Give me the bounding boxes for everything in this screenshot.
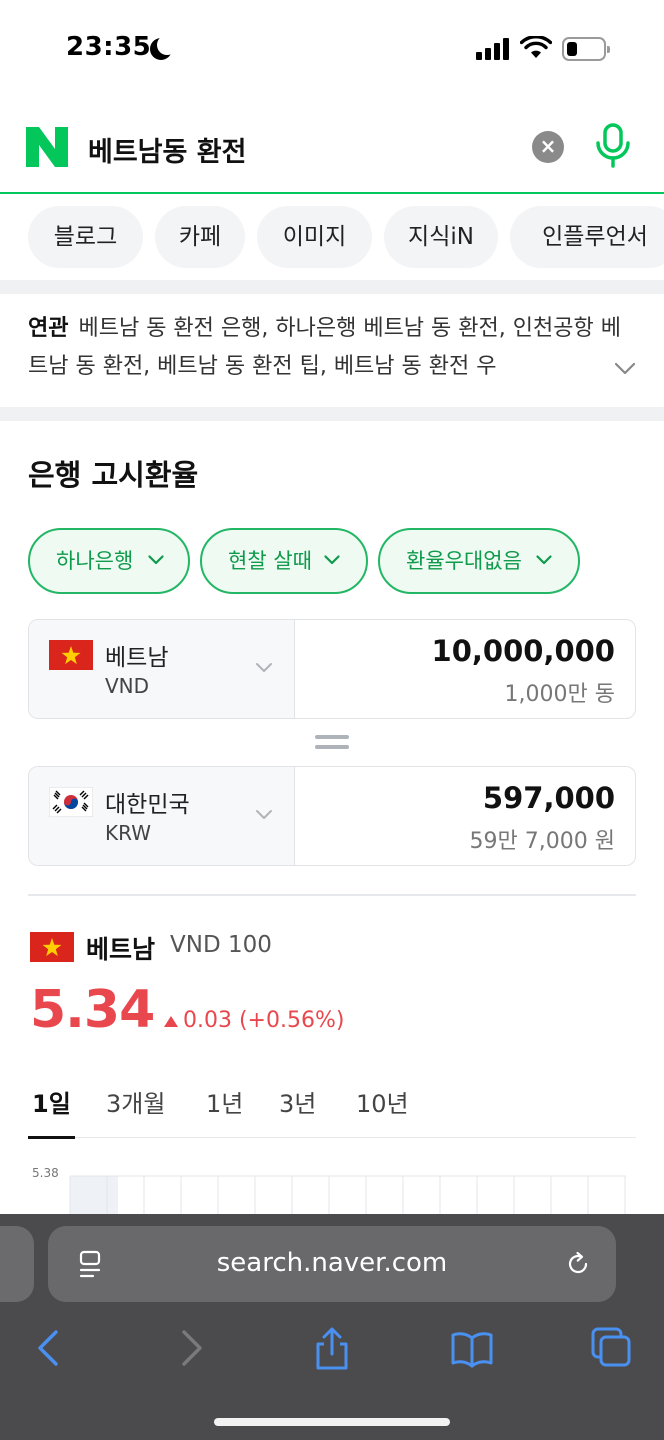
search-category-tabs: 블로그 카페 이미지 지식iN 인플루언서 — [0, 206, 664, 270]
chart-grid — [69, 1175, 626, 1220]
period-tab-1y[interactable]: 1년 — [206, 1084, 243, 1119]
from-currency-name: 베트남 — [105, 645, 169, 671]
active-period-indicator — [28, 1136, 75, 1139]
url-text[interactable]: search.naver.com — [48, 1248, 616, 1278]
period-tabs-baseline — [28, 1137, 636, 1138]
rate-change: 0.03 (+0.56%) — [183, 1008, 345, 1033]
back-icon[interactable] — [26, 1326, 70, 1370]
search-header: 베트남동 환전 × — [0, 100, 664, 194]
preferential-rate-label: 환율우대없음 — [406, 549, 522, 573]
chart-y-tick-label: 5.38 — [32, 1166, 59, 1180]
from-currency-code: VND — [105, 674, 150, 698]
battery-icon — [562, 37, 610, 61]
chevron-down-icon — [256, 810, 272, 819]
up-arrow-icon — [164, 1016, 178, 1027]
bookmarks-icon[interactable] — [450, 1326, 494, 1370]
rate-unit: VND 100 — [170, 932, 272, 958]
tab-knowledge-in[interactable]: 지식iN — [384, 206, 498, 268]
to-currency-select[interactable]: 대한민국 KRW — [29, 767, 295, 865]
moon-icon — [150, 35, 177, 60]
chevron-down-icon — [536, 555, 552, 565]
from-amount-readable: 1,000만 동 — [504, 682, 615, 707]
divider — [28, 894, 636, 896]
tab-cafe[interactable]: 카페 — [155, 206, 245, 268]
search-input[interactable]: 베트남동 환전 — [88, 130, 246, 169]
to-amount-readable: 59만 7,000 원 — [469, 829, 615, 854]
tab-influencer[interactable]: 인플루언서 — [510, 206, 664, 268]
transaction-type-label: 현찰 살때 — [228, 549, 312, 573]
equals-icon — [315, 733, 349, 753]
period-tab-10y[interactable]: 10년 — [356, 1084, 409, 1119]
from-currency-select[interactable]: 베트남 VND — [29, 620, 295, 718]
tab-images[interactable]: 이미지 — [257, 206, 372, 268]
chevron-down-icon — [324, 555, 340, 565]
naver-logo-icon[interactable] — [26, 127, 68, 167]
preferential-rate-dropdown[interactable]: 환율우대없음 — [378, 528, 580, 594]
microphone-icon[interactable] — [592, 122, 634, 170]
previous-tab-preview[interactable] — [0, 1226, 34, 1302]
tabs-icon[interactable] — [590, 1326, 634, 1370]
section-separator — [0, 280, 664, 294]
status-bar: 23:35 — [0, 0, 664, 100]
home-indicator[interactable] — [214, 1418, 450, 1426]
to-currency-name: 대한민국 — [105, 792, 190, 818]
south-korea-flag-icon — [49, 787, 93, 817]
share-icon[interactable] — [310, 1326, 354, 1370]
to-currency-row: 대한민국 KRW 597,000 59만 7,000 원 — [28, 766, 636, 866]
bank-filter-dropdown[interactable]: 하나은행 — [28, 528, 190, 594]
period-tab-1d[interactable]: 1일 — [32, 1084, 71, 1119]
period-tab-3y[interactable]: 3년 — [279, 1084, 316, 1119]
clear-search-button[interactable]: × — [532, 131, 564, 163]
reload-icon[interactable] — [564, 1250, 592, 1278]
cellular-signal-icon — [476, 38, 510, 60]
related-label: 연관 — [28, 316, 69, 341]
rate-value: 5.34 — [30, 980, 155, 1040]
chevron-down-icon[interactable] — [614, 362, 636, 376]
rate-country: 베트남 — [86, 935, 156, 964]
period-tab-3m[interactable]: 3개월 — [106, 1084, 165, 1119]
wifi-icon — [520, 36, 552, 58]
transaction-type-dropdown[interactable]: 현찰 살때 — [200, 528, 368, 594]
browser-toolbar: search.naver.com — [0, 1214, 664, 1440]
forward-icon — [182, 1330, 202, 1366]
tab-blog[interactable]: 블로그 — [28, 206, 143, 268]
status-time: 23:35 — [66, 32, 152, 62]
to-currency-code: KRW — [105, 821, 151, 845]
vietnam-flag-icon — [30, 932, 74, 962]
chevron-down-icon — [148, 555, 164, 565]
vietnam-flag-icon — [49, 640, 93, 670]
section-separator — [0, 407, 664, 421]
bank-filter-label: 하나은행 — [56, 549, 134, 573]
from-amount-input[interactable]: 10,000,000 — [432, 634, 615, 668]
rate-chart[interactable]: 5.38 — [28, 1160, 636, 1220]
to-amount-input[interactable]: 597,000 — [483, 781, 615, 815]
from-currency-row: 베트남 VND 10,000,000 1,000만 동 — [28, 619, 636, 719]
address-bar[interactable]: search.naver.com — [48, 1226, 616, 1302]
chevron-down-icon — [256, 663, 272, 672]
section-title: 은행 고시환율 — [28, 458, 199, 492]
related-searches[interactable]: 연관 베트남 동 환전 은행, 하나은행 베트남 동 환전, 인천공항 베트남 동… — [0, 296, 664, 406]
related-keywords[interactable]: 베트남 동 환전 은행, 하나은행 베트남 동 환전, 인천공항 베트남 동 환… — [28, 316, 621, 379]
